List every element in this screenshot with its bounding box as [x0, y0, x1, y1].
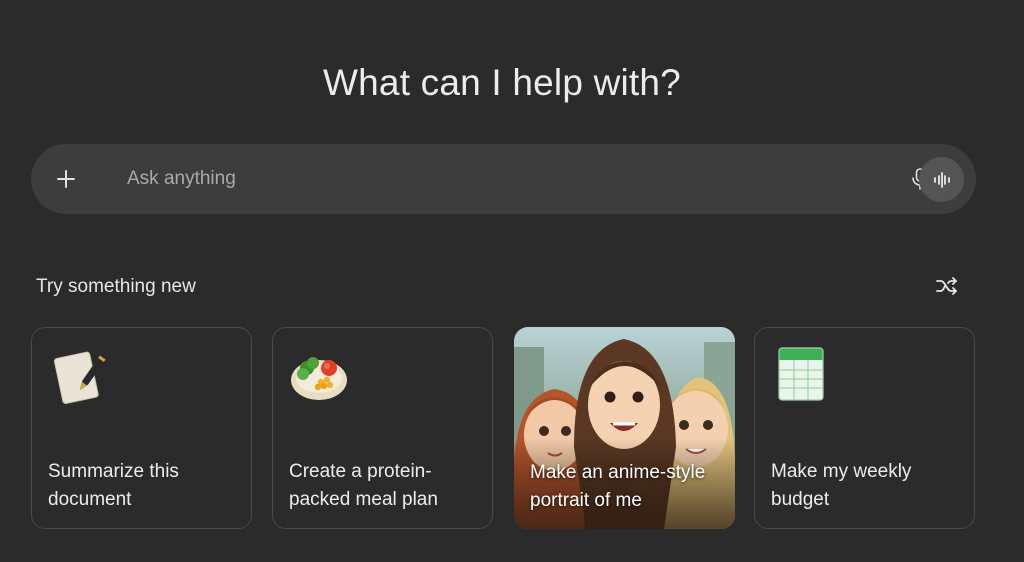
card-label: Make an anime-style portrait of me	[530, 462, 706, 511]
search-bar	[31, 144, 976, 214]
card-label: Summarize this document	[48, 461, 179, 510]
suggestion-card-meal-plan[interactable]: Create a protein- packed meal plan	[272, 327, 493, 529]
plus-icon	[57, 170, 75, 188]
section-label: Try something new	[36, 276, 196, 297]
suggestion-card-budget[interactable]: Make my weekly budget	[754, 327, 975, 529]
shuffle-button[interactable]	[932, 272, 962, 300]
copilot-home: What can I help with? Try something new	[0, 0, 1024, 562]
suggestion-card-anime-portrait[interactable]: Make an anime-style portrait of me	[514, 327, 735, 529]
page-title: What can I help with?	[323, 62, 681, 103]
salad-plate-icon	[291, 357, 347, 400]
search-input[interactable]	[127, 162, 867, 196]
voice-mode-button[interactable]	[919, 157, 964, 202]
spreadsheet-icon	[778, 347, 824, 401]
shuffle-icon	[936, 277, 957, 295]
card-label: Make my weekly budget	[771, 461, 912, 510]
voice-waveform-icon	[933, 171, 950, 188]
card-label: Create a protein- packed meal plan	[289, 461, 438, 510]
add-attachment-button[interactable]	[51, 164, 81, 194]
suggestion-card-summarize[interactable]: Summarize this document	[31, 327, 252, 529]
document-pen-icon	[53, 351, 109, 404]
